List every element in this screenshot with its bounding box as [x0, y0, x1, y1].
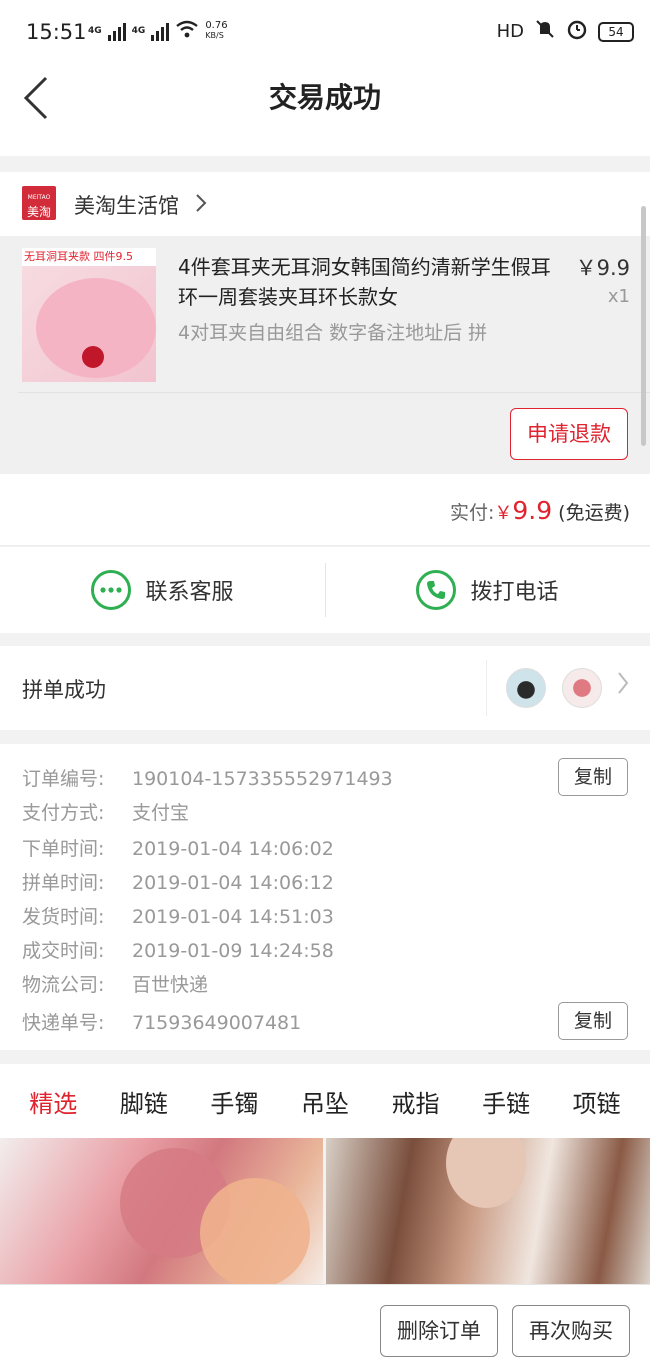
- refund-button[interactable]: 申请退款: [510, 408, 628, 460]
- call-phone-button[interactable]: 拨打电话: [325, 547, 650, 633]
- payment-amount: 9.9: [512, 496, 553, 525]
- contact-service-label: 联系客服: [145, 580, 234, 605]
- thumb-banner: 无耳洞耳夹款 四件9.5: [22, 248, 156, 266]
- recommended-product-image[interactable]: [0, 1138, 323, 1284]
- ship-time-row: 发货时间: 2019-01-04 14:51:03: [22, 902, 334, 929]
- info-key: 支付方式:: [22, 802, 105, 824]
- chat-icon: [91, 570, 132, 610]
- battery-icon: 54: [598, 21, 634, 42]
- category-tabs: 精选 脚链 手镯 吊坠 戒指 手链 项链: [0, 1064, 650, 1138]
- face-shape: [446, 1138, 526, 1208]
- info-value: 190104-157335552971493: [132, 768, 393, 790]
- order-info-card: 订单编号: 190104-157335552971493 复制 支付方式: 支付宝 …: [0, 744, 650, 1050]
- tracking-number-row: 快递单号: 71593649007481: [22, 1008, 301, 1035]
- status-time: 15:51: [26, 20, 87, 44]
- logistics-company-row: 物流公司: 百世快递: [22, 970, 208, 997]
- copy-tracking-number-button[interactable]: 复制: [558, 1002, 628, 1040]
- info-key: 发货时间:: [22, 906, 105, 928]
- recommended-product-image[interactable]: [326, 1138, 650, 1284]
- info-key: 下单时间:: [22, 838, 105, 860]
- payment-method-row: 支付方式: 支付宝: [22, 798, 189, 825]
- scrollbar[interactable]: [641, 206, 646, 446]
- info-value: 2019-01-04 14:06:02: [132, 838, 334, 860]
- order-time-row: 下单时间: 2019-01-04 14:06:02: [22, 834, 334, 861]
- net-label-2: 4G: [131, 25, 146, 36]
- info-value: 百世快递: [132, 974, 209, 996]
- copy-order-number-button[interactable]: 复制: [558, 758, 628, 796]
- group-success-label: 拼单成功: [22, 678, 106, 702]
- status-bar: 15:51 4G 4G 0.76 KB/S HD 54: [0, 0, 650, 64]
- shop-logo-top: MEITAO: [27, 194, 51, 201]
- delete-order-button[interactable]: 删除订单: [380, 1305, 498, 1357]
- product-qty: x1: [607, 286, 630, 307]
- bra-cup-shape: [200, 1178, 310, 1284]
- tab-necklace[interactable]: 项链: [573, 1084, 621, 1119]
- phone-icon: [416, 570, 457, 610]
- tab-bangle[interactable]: 手镯: [210, 1084, 258, 1119]
- group-divider: [486, 660, 487, 716]
- tab-ring[interactable]: 戒指: [392, 1084, 440, 1119]
- hd-label: HD: [496, 21, 524, 42]
- nav-bar: 交易成功: [0, 64, 650, 156]
- net-speed: 0.76: [205, 19, 228, 31]
- chevron-right-icon: [194, 192, 208, 219]
- payment-yen: ￥: [494, 503, 513, 524]
- shop-header[interactable]: MEITAO 美淘 美淘生活馆: [0, 172, 650, 236]
- call-phone-label: 拨打电话: [470, 580, 559, 605]
- info-key: 快递单号:: [22, 1012, 105, 1034]
- product-thumbnail[interactable]: 无耳洞耳夹款 四件9.5: [22, 248, 156, 382]
- shop-logo-bottom: 美淘: [26, 205, 51, 219]
- order-item-card: MEITAO 美淘 美淘生活馆 无耳洞耳夹款 四件9.5 4件套耳夹无耳洞女韩国…: [0, 172, 650, 474]
- tab-bracelet[interactable]: 手链: [482, 1084, 530, 1119]
- bottom-action-bar: 删除订单 再次购买: [0, 1284, 650, 1372]
- avatar: [506, 668, 546, 708]
- thumb-cherry: [82, 346, 104, 368]
- shop-name: 美淘生活馆: [74, 194, 179, 218]
- divider: [18, 392, 650, 393]
- product-spec: 4对耳夹自由组合 数字备注地址后 拼: [178, 322, 488, 344]
- info-value: 2019-01-09 14:24:58: [132, 940, 334, 962]
- info-value: 71593649007481: [132, 1012, 302, 1034]
- tab-pendant[interactable]: 吊坠: [301, 1084, 349, 1119]
- signal-icon: [107, 21, 126, 41]
- payment-label: 实付:: [449, 502, 495, 524]
- payment-row: 实付:￥9.9 (免运费): [0, 474, 650, 546]
- signal-icon-2: [151, 21, 170, 41]
- alarm-icon: [566, 18, 588, 45]
- rebuy-button[interactable]: 再次购买: [512, 1305, 630, 1357]
- info-value: 2019-01-04 14:51:03: [132, 906, 334, 928]
- contact-service-button[interactable]: 联系客服: [0, 547, 325, 633]
- info-key: 物流公司:: [22, 974, 105, 996]
- shop-logo: MEITAO 美淘: [22, 186, 56, 220]
- product-title[interactable]: 4件套耳夹无耳洞女韩国简约清新学生假耳环一周套装夹耳环长款女: [178, 252, 558, 312]
- chevron-right-icon: [616, 670, 630, 702]
- tab-featured[interactable]: 精选: [29, 1084, 77, 1119]
- page-title: 交易成功: [268, 81, 381, 114]
- info-value: 支付宝: [132, 802, 190, 824]
- mute-icon: [534, 18, 556, 45]
- network-indicators: 4G 4G 0.76 KB/S: [88, 20, 228, 41]
- payment-note: (免运费): [558, 502, 630, 524]
- avatar: [562, 668, 602, 708]
- contact-row: 联系客服 拨打电话: [0, 547, 650, 633]
- product-price: ￥9.9: [575, 256, 630, 280]
- deal-time-row: 成交时间: 2019-01-09 14:24:58: [22, 936, 334, 963]
- tab-anklet[interactable]: 脚链: [120, 1084, 168, 1119]
- order-number-row: 订单编号: 190104-157335552971493: [22, 764, 393, 791]
- info-key: 成交时间:: [22, 940, 105, 962]
- net-label-1: 4G: [88, 25, 102, 36]
- info-key: 拼单时间:: [22, 872, 105, 894]
- group-time-row: 拼单时间: 2019-01-04 14:06:12: [22, 868, 334, 895]
- info-key: 订单编号:: [22, 768, 105, 790]
- payment-summary: 实付:￥9.9 (免运费): [450, 496, 630, 525]
- info-value: 2019-01-04 14:06:12: [132, 872, 334, 894]
- group-success-row[interactable]: 拼单成功: [0, 646, 650, 730]
- net-speed-unit: KB/S: [205, 30, 224, 40]
- wifi-icon: [175, 20, 199, 41]
- status-right: HD 54: [497, 18, 634, 45]
